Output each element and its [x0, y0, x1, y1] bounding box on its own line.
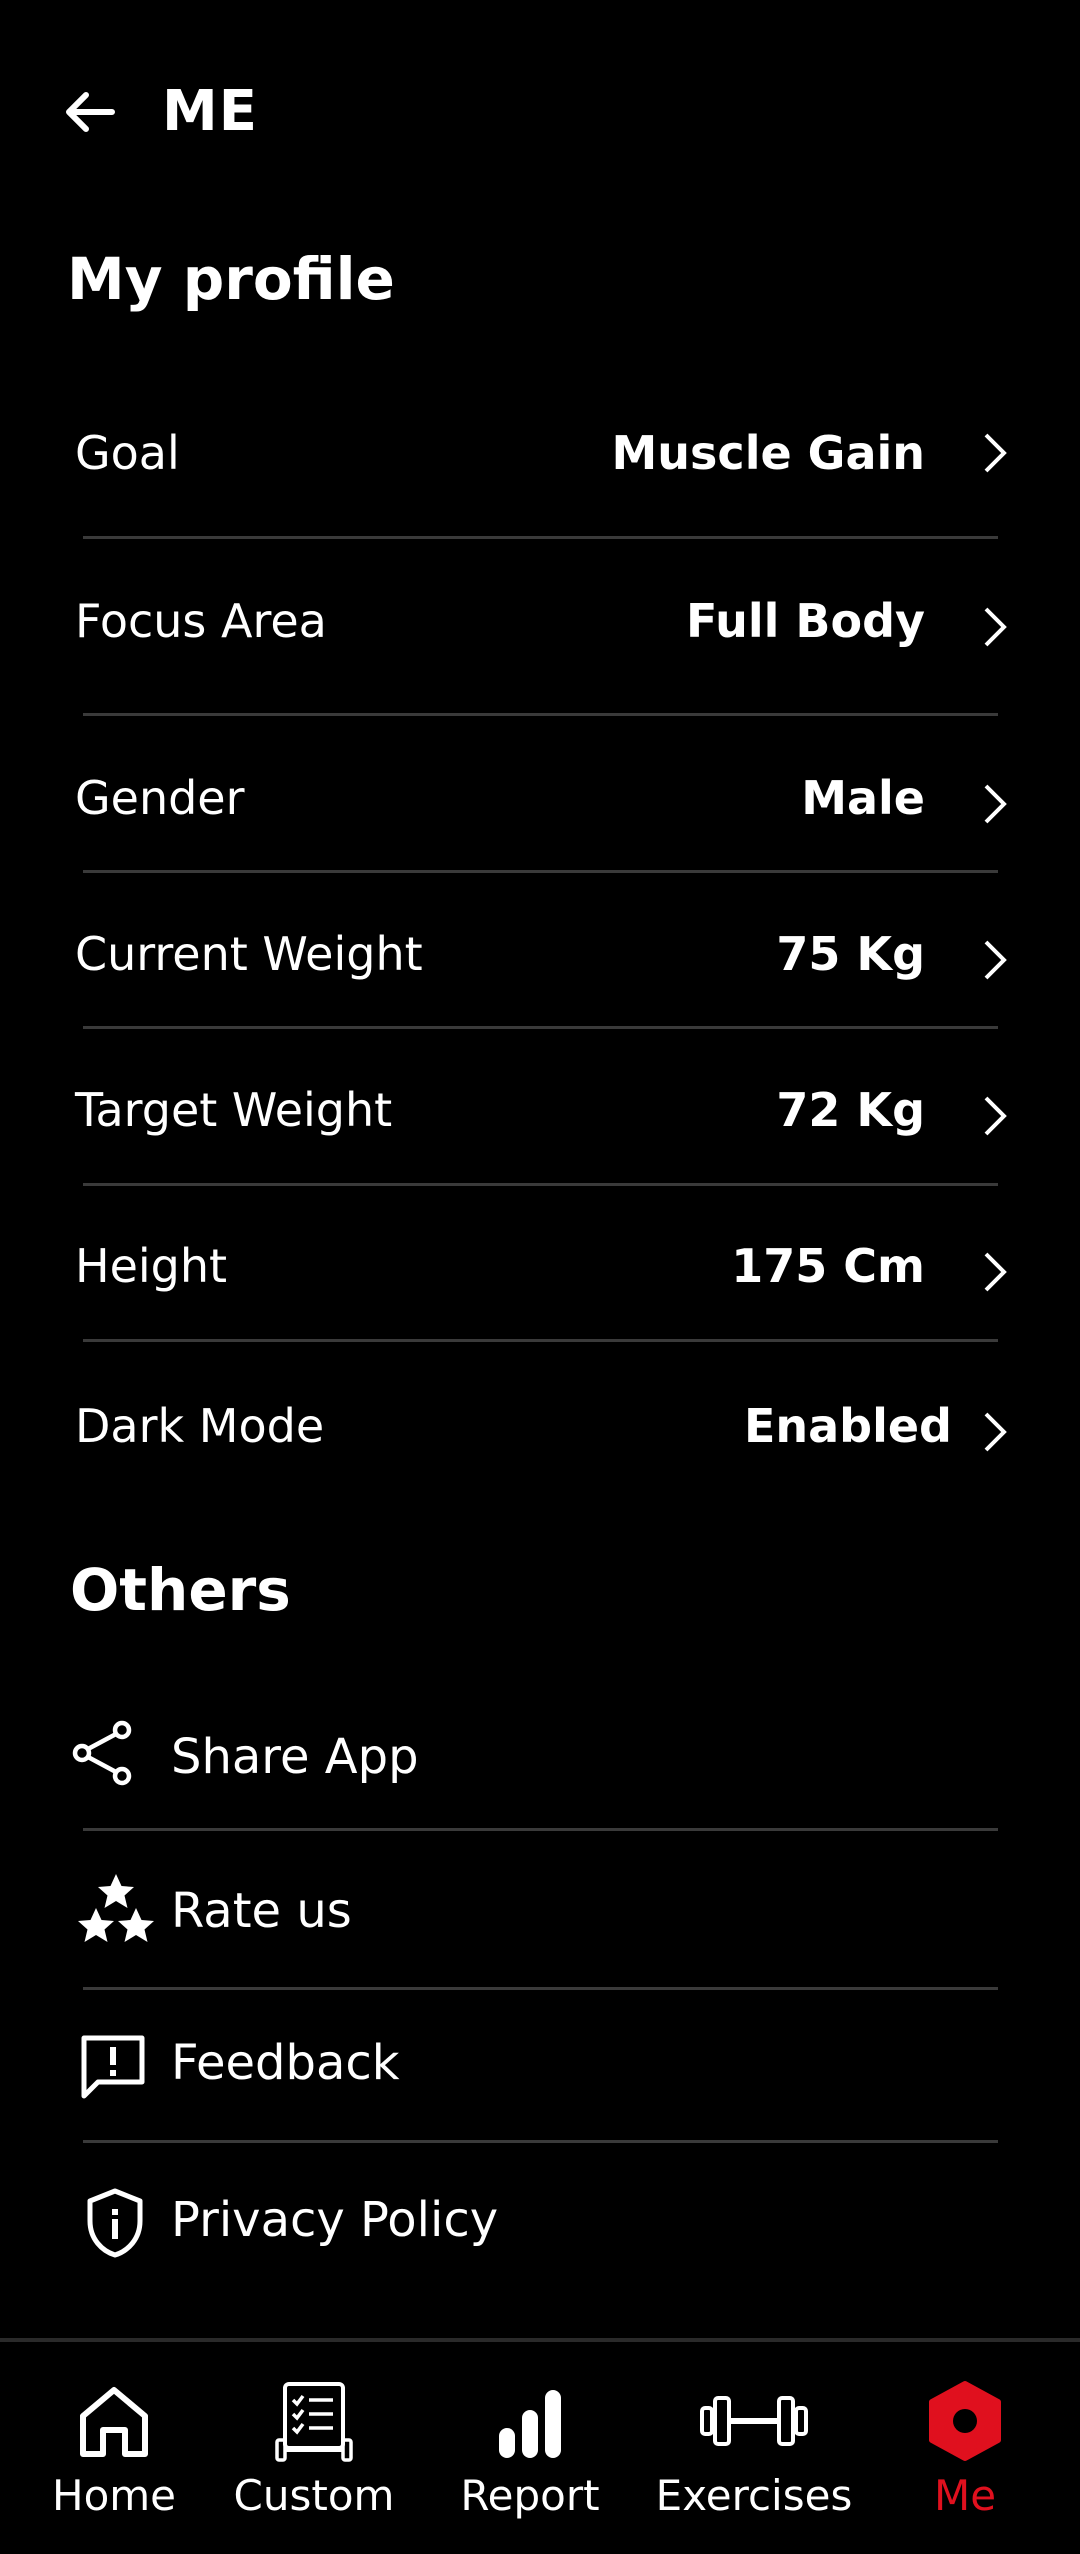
- app-header: ME: [0, 0, 1080, 220]
- nav-item-report[interactable]: Report: [440, 2342, 620, 2554]
- profile-row-height[interactable]: Height 175 Cm: [0, 1224, 1080, 1344]
- others-item-label: Privacy Policy: [171, 2192, 499, 2248]
- row-label: Target Weight: [75, 1083, 393, 1137]
- back-arrow-icon[interactable]: [60, 82, 120, 142]
- profile-row-goal[interactable]: Goal Muscle Gain: [0, 405, 1080, 535]
- chevron-right-icon: [984, 607, 1007, 647]
- nav-item-me[interactable]: Me: [900, 2342, 1030, 2554]
- nav-item-exercises[interactable]: Exercises: [648, 2342, 860, 2554]
- page-title: ME: [162, 79, 258, 144]
- hexagon-icon: [929, 2381, 1001, 2461]
- stars-icon: [78, 1874, 154, 1942]
- divider: [83, 1828, 998, 1831]
- row-label: Current Weight: [75, 927, 423, 981]
- divider: [83, 1987, 998, 1990]
- divider: [83, 1026, 998, 1029]
- divider: [83, 870, 998, 873]
- profile-row-gender[interactable]: Gender Male: [0, 756, 1080, 876]
- profile-row-current-weight[interactable]: Current Weight 75 Kg: [0, 912, 1080, 1032]
- others-item-share-app[interactable]: Share App: [0, 1700, 1080, 1830]
- others-item-label: Feedback: [171, 2035, 400, 2091]
- divider: [83, 1183, 998, 1186]
- nav-label: Exercises: [655, 2471, 853, 2520]
- row-value: 175 Cm: [731, 1239, 925, 1293]
- chevron-right-icon: [984, 784, 1007, 824]
- row-label: Height: [75, 1239, 228, 1293]
- clipboard-icon: [275, 2382, 353, 2462]
- nav-label: Custom: [233, 2471, 395, 2520]
- nav-label: Home: [51, 2471, 177, 2520]
- others-section-title: Others: [70, 1556, 291, 1624]
- chevron-right-icon: [984, 940, 1007, 980]
- divider: [83, 2140, 998, 2143]
- chevron-right-icon: [984, 1252, 1007, 1292]
- others-item-label: Share App: [171, 1729, 419, 1785]
- others-item-privacy-policy[interactable]: Privacy Policy: [0, 2175, 1080, 2305]
- row-value: 75 Kg: [776, 927, 925, 981]
- home-icon: [80, 2387, 148, 2457]
- row-label: Gender: [75, 771, 245, 825]
- others-item-label: Rate us: [171, 1883, 352, 1939]
- row-value: 72 Kg: [776, 1083, 925, 1137]
- row-value: Male: [801, 771, 925, 825]
- chevron-right-icon: [984, 1412, 1007, 1452]
- profile-row-dark-mode[interactable]: Dark Mode Enabled: [0, 1382, 1080, 1502]
- row-label: Focus Area: [75, 594, 327, 648]
- share-icon: [72, 1720, 132, 1786]
- divider: [83, 713, 998, 716]
- dumbbell-icon: [700, 2396, 808, 2446]
- row-label: Goal: [75, 426, 180, 480]
- nav-label: Report: [460, 2471, 600, 2520]
- profile-row-target-weight[interactable]: Target Weight 72 Kg: [0, 1068, 1080, 1188]
- row-value: Muscle Gain: [611, 426, 925, 480]
- others-item-rate-us[interactable]: Rate us: [0, 1860, 1080, 1990]
- shield-icon: [87, 2188, 143, 2258]
- chevron-right-icon: [984, 433, 1007, 473]
- bar-chart-icon: [499, 2390, 561, 2458]
- nav-item-home[interactable]: Home: [30, 2342, 198, 2554]
- profile-row-focus-area[interactable]: Focus Area Full Body: [0, 578, 1080, 708]
- row-value: Full Body: [685, 594, 925, 648]
- profile-section-title: My profile: [67, 245, 395, 313]
- row-value: Enabled: [743, 1399, 952, 1453]
- nav-item-custom[interactable]: Custom: [220, 2342, 408, 2554]
- bottom-navigation: Home Custom Report Exercises Me: [0, 2338, 1080, 2554]
- divider: [83, 536, 998, 539]
- divider: [83, 1339, 998, 1342]
- feedback-icon: [81, 2035, 145, 2099]
- row-label: Dark Mode: [75, 1399, 325, 1453]
- others-item-feedback[interactable]: Feedback: [0, 2018, 1080, 2148]
- chevron-right-icon: [984, 1096, 1007, 1136]
- nav-label: Me: [933, 2471, 997, 2520]
